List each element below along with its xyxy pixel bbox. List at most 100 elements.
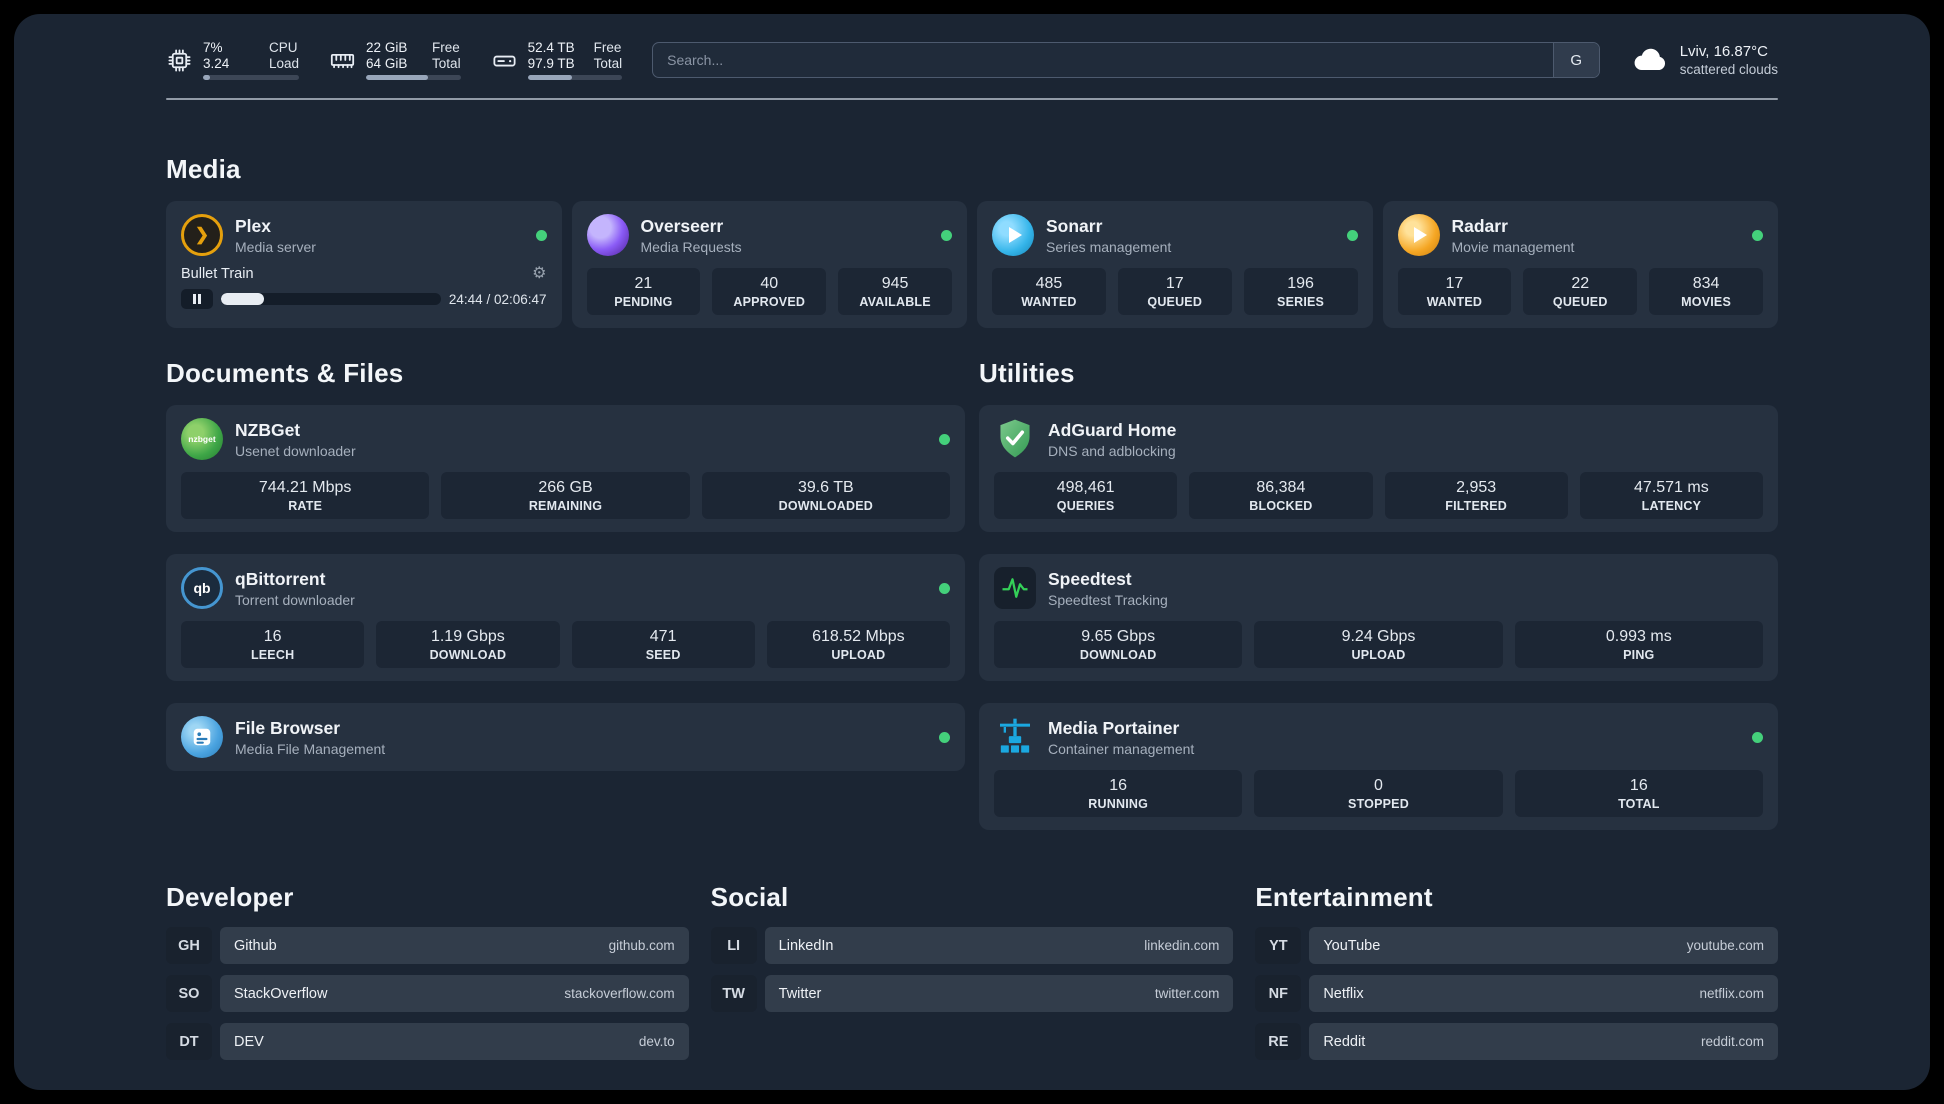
stat-value: 618.52 Mbps <box>812 628 905 645</box>
status-dot <box>939 433 950 445</box>
stat-label: TOTAL <box>1618 797 1660 811</box>
section-documents: Documents & Files nzbget NZBGet Usenet d… <box>166 358 965 771</box>
bookmark-link-linkedin[interactable]: LI LinkedIn linkedin.com <box>710 927 1234 964</box>
stat-value: 39.6 TB <box>797 479 854 496</box>
service-name: Media Portainer <box>1048 717 1180 738</box>
header-divider <box>166 98 1778 100</box>
play-glyph <box>1008 227 1022 243</box>
service-desc: Torrent downloader <box>235 591 355 608</box>
bookmark-group-title: Developer <box>166 882 294 912</box>
stat-label: UPLOAD <box>1351 648 1406 662</box>
status-dot <box>939 731 950 743</box>
stats: 21 PENDING 40 APPROVED 945 AVAILABLE <box>586 268 952 315</box>
stat-label: SEED <box>645 648 681 662</box>
bookmark-link-youtube[interactable]: YT YouTube youtube.com <box>1255 927 1778 964</box>
bookmark-name: Twitter <box>778 985 822 1002</box>
stat-tile: 39.6 TB DOWNLOADED <box>701 472 950 519</box>
card-radarr: Radarr Movie management 17 WANTED 22 QUEUE… <box>1382 201 1778 328</box>
status-dot <box>941 229 952 241</box>
hard-drive-icon <box>491 47 518 74</box>
qbittorrent-icon: qb <box>181 567 223 609</box>
playback-progress-bar[interactable] <box>221 293 441 305</box>
service-link-overseerr[interactable]: Overseerr Media Requests <box>586 214 952 256</box>
bookmark-group-title: Social <box>710 882 789 912</box>
stat-tile: 498,461 QUERIES <box>994 472 1178 519</box>
service-name: Speedtest <box>1048 568 1132 589</box>
service-link-speedtest[interactable]: Speedtest Speedtest Tracking <box>994 567 1763 609</box>
pause-button[interactable] <box>181 289 213 309</box>
disk-widget: 52.4 TB Free 97.9 TB Total <box>491 40 623 80</box>
disk-total-value: 97.9 TB <box>527 56 575 71</box>
bookmark-abbr: RE <box>1255 1023 1302 1060</box>
stats: 16 LEECH 1.19 Gbps DOWNLOAD 471 SEED 618.52… <box>181 621 950 668</box>
bookmark-link-stackoverflow[interactable]: SO StackOverflow stackoverflow.com <box>166 975 689 1012</box>
service-link-nzbget[interactable]: nzbget NZBGet Usenet downloader <box>181 418 950 460</box>
bookmark-abbr: NF <box>1255 975 1302 1012</box>
bookmark-url: twitter.com <box>1154 986 1220 1001</box>
stat-tile: 266 GB REMAINING <box>441 472 690 519</box>
stats: 744.21 Mbps RATE 266 GB REMAINING 39.6 TB D… <box>181 472 950 519</box>
stats: 485 WANTED 17 QUEUED 196 SERIES <box>992 268 1358 315</box>
stat-label: DOWNLOAD <box>429 648 507 662</box>
dashboard-page: 7% CPU 3.24 Load 22 GiB Free 64 GiB Total <box>14 14 1930 1090</box>
stat-value: 9.65 Gbps <box>1081 628 1156 645</box>
gear-icon[interactable]: ⚙ <box>532 266 546 282</box>
status-dot <box>1752 731 1763 743</box>
bookmark-link-netflix[interactable]: NF Netflix netflix.com <box>1255 975 1778 1012</box>
stat-value: 266 GB <box>538 479 593 496</box>
disk-total-label: Total <box>593 56 623 71</box>
service-link-qbittorrent[interactable]: qb qBittorrent Torrent downloader <box>181 567 950 609</box>
service-link-radarr[interactable]: Radarr Movie management <box>1397 214 1763 256</box>
service-link-filebrowser[interactable]: File Browser Media File Management <box>181 716 950 758</box>
service-desc: Speedtest Tracking <box>1048 591 1168 608</box>
bookmark-name: Reddit <box>1323 1033 1366 1050</box>
bookmark-link-twitter[interactable]: TW Twitter twitter.com <box>710 975 1234 1012</box>
status-dot <box>939 582 950 594</box>
stat-label: QUERIES <box>1056 499 1115 513</box>
stat-value: 47.571 ms <box>1634 479 1709 496</box>
service-name: qBittorrent <box>235 568 326 589</box>
stat-label: UPLOAD <box>831 648 886 662</box>
bookmark-link-reddit[interactable]: RE Reddit reddit.com <box>1255 1023 1778 1060</box>
stat-label: LATENCY <box>1641 499 1702 513</box>
disk-usage-bar <box>527 75 623 80</box>
search-engine-button[interactable]: G <box>1552 43 1599 77</box>
service-link-plex[interactable]: ❯ Plex Media server <box>181 214 547 256</box>
section-title-utilities: Utilities <box>979 358 1075 388</box>
stat-value: 17 <box>1445 275 1464 292</box>
stat-label: SERIES <box>1277 295 1325 309</box>
bookmark-abbr: GH <box>166 927 212 964</box>
service-name: File Browser <box>235 717 341 738</box>
bookmark-url: dev.to <box>638 1034 675 1049</box>
stat-value: 16 <box>1109 777 1128 794</box>
service-desc: Media Requests <box>640 238 742 255</box>
stat-label: WANTED <box>1021 295 1077 309</box>
service-name: Sonarr <box>1046 215 1103 236</box>
playback-time: 24:44 / 02:06:47 <box>448 291 547 307</box>
stat-tile: 40 APPROVED <box>712 268 827 315</box>
card-overseerr: Overseerr Media Requests 21 PENDING 40 APP… <box>571 201 967 328</box>
service-name: Overseerr <box>640 215 724 236</box>
bookmark-link-github[interactable]: GH Github github.com <box>166 927 689 964</box>
cpu-load-value: 3.24 <box>203 56 230 71</box>
status-dot <box>1346 229 1358 241</box>
stat-label: FILTERED <box>1445 499 1508 513</box>
bookmark-group-entertainment: Entertainment YT YouTube youtube.com NF N… <box>1255 882 1778 1060</box>
bookmark-abbr: LI <box>710 927 757 964</box>
stat-tile: 744.21 Mbps RATE <box>181 472 430 519</box>
memory-widget: 22 GiB Free 64 GiB Total <box>329 40 461 80</box>
stat-label: STOPPED <box>1348 797 1409 811</box>
service-desc: Container management <box>1048 740 1195 757</box>
bookmark-name: Github <box>234 937 277 954</box>
service-link-adguard[interactable]: AdGuard Home DNS and adblocking <box>994 418 1763 460</box>
cpu-icon <box>166 47 193 74</box>
bookmark-name: YouTube <box>1323 937 1381 954</box>
service-link-portainer[interactable]: Media Portainer Container management <box>994 716 1763 758</box>
stat-value: 744.21 Mbps <box>258 479 352 496</box>
stat-value: 0 <box>1374 777 1383 794</box>
search-input[interactable] <box>653 43 1553 77</box>
bookmark-link-dev[interactable]: DT DEV dev.to <box>166 1023 689 1060</box>
bookmark-url: netflix.com <box>1699 986 1764 1001</box>
service-link-sonarr[interactable]: Sonarr Series management <box>992 214 1358 256</box>
cpu-widget: 7% CPU 3.24 Load <box>166 40 300 80</box>
